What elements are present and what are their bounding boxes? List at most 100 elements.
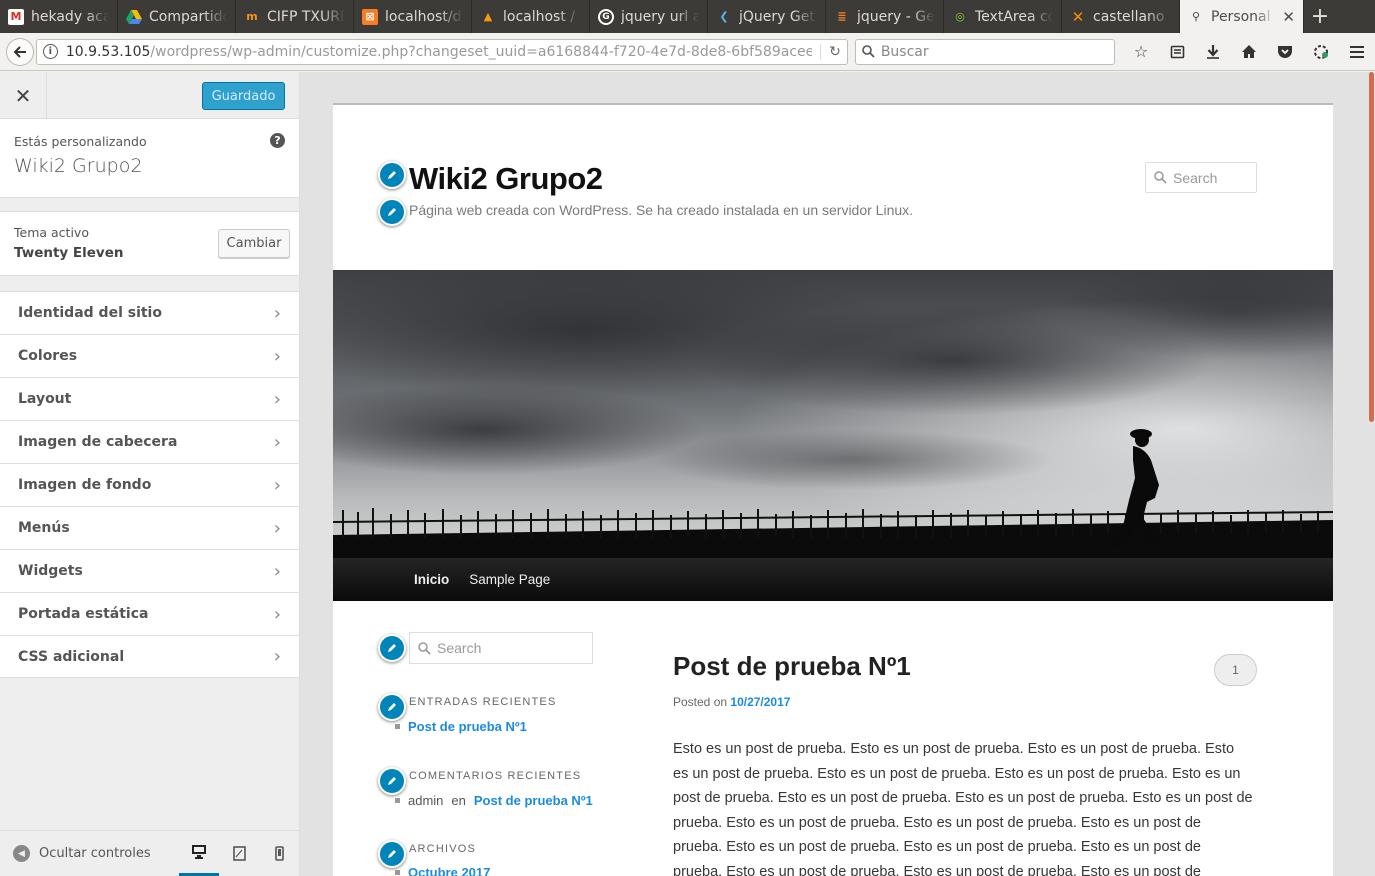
section-background-image[interactable]: Imagen de fondo › bbox=[0, 463, 299, 506]
comment-count-bubble[interactable]: 1 bbox=[1214, 654, 1257, 686]
bookmark-star-icon[interactable]: ☆ bbox=[1123, 37, 1159, 67]
header-image-graphic bbox=[333, 270, 1333, 558]
pocket-icon[interactable] bbox=[1267, 37, 1303, 67]
tab-label: jquery url a bbox=[621, 8, 699, 25]
sidebar-search-input[interactable]: Search bbox=[409, 632, 593, 664]
browser-tab[interactable]: Gjquery url a bbox=[590, 0, 708, 33]
edit-shortcut-description[interactable] bbox=[378, 198, 406, 226]
browser-tab[interactable]: ⊠ localhost/d bbox=[354, 0, 472, 33]
collapse-label: Ocultar controles bbox=[39, 846, 151, 861]
reading-list-icon[interactable] bbox=[1159, 37, 1195, 67]
section-label: Layout bbox=[18, 391, 72, 407]
tab-label: localhost / bbox=[503, 8, 576, 25]
new-tab-button[interactable]: + bbox=[1304, 0, 1336, 33]
tab-label: hekady aca bbox=[31, 8, 109, 25]
chevron-right-icon: › bbox=[273, 388, 281, 410]
site-title[interactable]: Wiki2 Grupo2 bbox=[409, 161, 603, 197]
browser-search-input[interactable]: Buscar bbox=[854, 38, 1115, 65]
browser-tab[interactable]: ❮ jQuery Get bbox=[708, 0, 826, 33]
customizing-label: Estás personalizando bbox=[14, 134, 147, 149]
post-title[interactable]: Post de prueba Nº1 bbox=[673, 651, 911, 682]
save-button[interactable]: Guardado bbox=[202, 82, 285, 110]
w3schools-icon: ◎ bbox=[955, 10, 965, 23]
pencil-icon bbox=[388, 777, 396, 785]
section-menus[interactable]: Menús › bbox=[0, 506, 299, 549]
pencil-icon bbox=[388, 703, 396, 711]
change-theme-button[interactable]: Cambiar bbox=[218, 229, 290, 258]
wordpress-icon: ⚲ bbox=[1191, 10, 1201, 23]
desktop-preview-icon[interactable] bbox=[179, 831, 220, 876]
comment-post-link[interactable]: Post de prueba Nº1 bbox=[474, 793, 593, 808]
info-icon[interactable]: i bbox=[42, 44, 58, 59]
edit-shortcut-title[interactable] bbox=[378, 161, 406, 189]
close-customizer-icon[interactable]: ✕ bbox=[0, 72, 47, 119]
search-placeholder: Search bbox=[437, 640, 482, 656]
section-static-front-page[interactable]: Portada estática › bbox=[0, 592, 299, 635]
chevron-right-icon: › bbox=[273, 517, 281, 539]
download-icon[interactable] bbox=[1195, 37, 1231, 67]
tab-label: Compartido bbox=[149, 8, 227, 25]
recent-comment-item: admin en Post de prueba Nº1 bbox=[395, 793, 593, 808]
back-button[interactable] bbox=[6, 37, 34, 66]
browser-tab[interactable]: m CIFP TXURD bbox=[236, 0, 354, 33]
post-date-link[interactable]: 10/27/2017 bbox=[730, 695, 790, 709]
site-preview: Wiki2 Grupo2 Página web creada con WordP… bbox=[300, 72, 1375, 876]
collapse-controls-button[interactable]: ◀ Ocultar controles bbox=[0, 845, 179, 862]
customizer-footer: ◀ Ocultar controles bbox=[0, 830, 299, 876]
tablet-preview-icon[interactable] bbox=[219, 831, 259, 876]
edit-shortcut-recent-posts[interactable] bbox=[378, 693, 406, 721]
main-navigation: Inicio Sample Page bbox=[333, 558, 1333, 601]
browser-tab-active[interactable]: ⚲ Personal ✕ bbox=[1180, 0, 1304, 33]
section-layout[interactable]: Layout › bbox=[0, 377, 299, 420]
mobile-preview-icon[interactable] bbox=[259, 831, 299, 876]
section-label: Widgets bbox=[18, 563, 83, 579]
section-site-identity[interactable]: Identidad del sitio › bbox=[0, 291, 299, 334]
preview-scrollbar[interactable] bbox=[1369, 72, 1375, 876]
help-icon[interactable]: ? bbox=[270, 133, 285, 148]
customizer-header: ✕ Guardado bbox=[0, 72, 299, 119]
chevron-right-icon: › bbox=[273, 474, 281, 496]
section-label: Identidad del sitio bbox=[18, 305, 162, 321]
home-icon[interactable] bbox=[1231, 37, 1267, 67]
customizer-info: Estás personalizando Wiki2 Grupo2 ? bbox=[0, 119, 299, 198]
collapse-arrow-icon: ◀ bbox=[13, 845, 30, 862]
reload-icon[interactable]: ↻ bbox=[820, 43, 841, 60]
stackoverflow-icon: ≣ bbox=[837, 10, 847, 23]
nav-link-home[interactable]: Inicio bbox=[404, 558, 459, 601]
chevron-right-icon: › bbox=[273, 431, 281, 453]
browser-nav-bar: i 10.9.53.105/wordpress/wp-admin/customi… bbox=[0, 33, 1375, 71]
close-tab-icon[interactable]: ✕ bbox=[1282, 8, 1295, 26]
recent-post-link[interactable]: Post de prueba Nº1 bbox=[408, 719, 527, 734]
section-widgets[interactable]: Widgets › bbox=[0, 549, 299, 592]
extension-icon[interactable] bbox=[1303, 37, 1339, 67]
edit-shortcut-search-widget[interactable] bbox=[378, 634, 406, 662]
section-additional-css[interactable]: CSS adicional › bbox=[0, 635, 299, 678]
browser-tab[interactable]: Compartido bbox=[118, 0, 236, 33]
section-label: Imagen de cabecera bbox=[18, 434, 178, 450]
header-search-input[interactable]: Search bbox=[1145, 162, 1257, 193]
url-text[interactable]: 10.9.53.105/wordpress/wp-admin/customize… bbox=[66, 44, 812, 60]
edit-shortcut-recent-comments[interactable] bbox=[378, 767, 406, 795]
browser-tab[interactable]: ≣ jquery - Get bbox=[826, 0, 944, 33]
pencil-icon bbox=[388, 171, 396, 179]
search-icon bbox=[418, 641, 431, 655]
browser-tab[interactable]: ◎ TextArea co bbox=[944, 0, 1062, 33]
x-site-icon: ✕ bbox=[1071, 7, 1085, 26]
section-colors[interactable]: Colores › bbox=[0, 334, 299, 377]
edit-shortcut-archives[interactable] bbox=[378, 840, 406, 868]
tab-label: TextArea co bbox=[975, 8, 1053, 25]
url-bar[interactable]: i 10.9.53.105/wordpress/wp-admin/customi… bbox=[35, 38, 848, 65]
nav-link-sample-page[interactable]: Sample Page bbox=[459, 558, 560, 601]
xampp-icon: ⊠ bbox=[362, 8, 378, 25]
hamburger-menu-icon[interactable] bbox=[1339, 37, 1375, 67]
browser-tab[interactable]: ▲ localhost / bbox=[472, 0, 590, 33]
section-header-image[interactable]: Imagen de cabecera › bbox=[0, 420, 299, 463]
back-arrow-icon bbox=[13, 45, 26, 58]
browser-tab[interactable]: ✕ castellano bbox=[1062, 0, 1180, 33]
tab-label: castellano bbox=[1093, 8, 1165, 25]
browser-tab[interactable]: Mhekady aca bbox=[0, 0, 118, 33]
search-placeholder: Search bbox=[1173, 169, 1218, 186]
archive-link[interactable]: Octubre 2017 bbox=[408, 865, 490, 876]
tab-label: CIFP TXURD bbox=[267, 8, 345, 25]
scrollbar-thumb[interactable] bbox=[1369, 72, 1374, 422]
